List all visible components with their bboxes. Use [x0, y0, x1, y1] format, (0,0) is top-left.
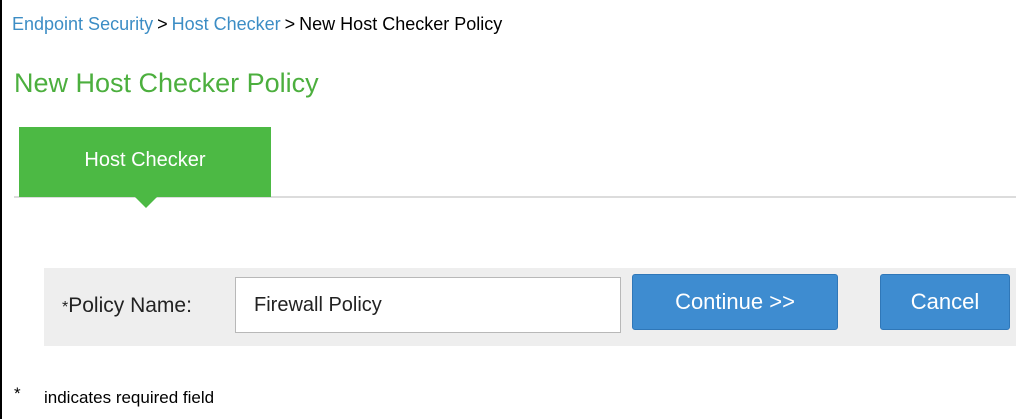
breadcrumb-link-host-checker[interactable]: Host Checker [172, 14, 281, 34]
tab-label: Host Checker [84, 148, 206, 171]
page-title: New Host Checker Policy [14, 68, 319, 98]
window-frame: Endpoint Security > Host Checker > New Host … [0, 0, 1016, 419]
policy-name-label-text: Policy Name: [68, 294, 192, 317]
tab-host-checker[interactable]: Host Checker [19, 127, 271, 197]
breadcrumb-current: New Host Checker Policy [299, 14, 503, 34]
continue-button[interactable]: Continue >> [632, 274, 838, 330]
policy-name-input[interactable] [235, 277, 621, 333]
breadcrumb: Endpoint Security > Host Checker > New Host … [12, 14, 502, 35]
footnote-marker: * [14, 384, 21, 403]
footnote-text: indicates required field [44, 388, 215, 407]
policy-name-label: *Policy Name: [62, 294, 192, 318]
cancel-button[interactable]: Cancel [880, 274, 1010, 330]
active-tab-pointer [134, 196, 158, 208]
breadcrumb-separator: > [157, 14, 168, 34]
required-field-footnote: * indicates required field [14, 384, 215, 408]
breadcrumb-separator: > [284, 14, 296, 34]
policy-form-row: *Policy Name: Continue >> Cancel [44, 268, 1016, 346]
breadcrumb-link-endpoint-security[interactable]: Endpoint Security [12, 14, 153, 34]
